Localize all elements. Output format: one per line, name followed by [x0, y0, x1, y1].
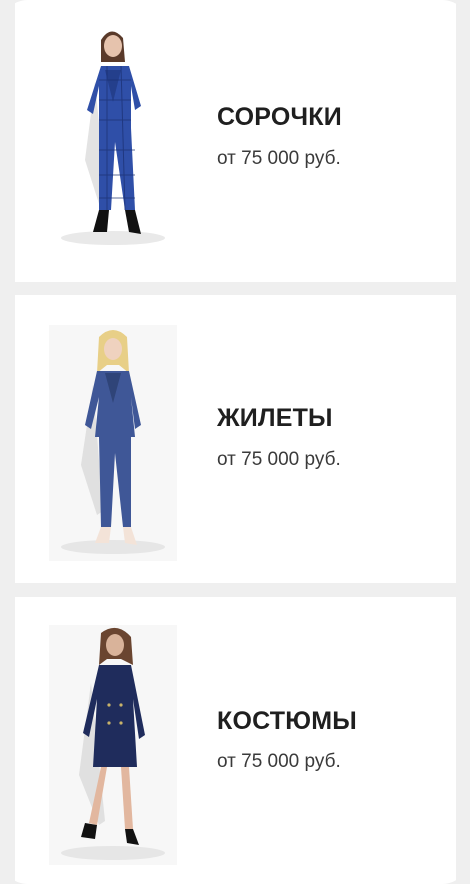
product-catalog: СОРОЧКИ от 75 000 руб. ЖИЛЕТЫ от 75 000 … [0, 0, 470, 884]
product-image[interactable] [49, 625, 177, 865]
product-price: от 75 000 руб. [217, 148, 341, 169]
product-title[interactable]: КОСТЮМЫ [217, 707, 357, 736]
product-image[interactable] [49, 10, 177, 252]
product-card[interactable]: СОРОЧКИ от 75 000 руб. [15, 0, 456, 282]
product-title[interactable]: ЖИЛЕТЫ [217, 404, 333, 433]
product-card[interactable]: КОСТЮМЫ от 75 000 руб. [15, 597, 456, 884]
product-image[interactable] [49, 325, 177, 561]
product-title[interactable]: СОРОЧКИ [217, 103, 342, 132]
product-price: от 75 000 руб. [217, 751, 341, 772]
product-price: от 75 000 руб. [217, 449, 341, 470]
product-card[interactable]: ЖИЛЕТЫ от 75 000 руб. [15, 295, 456, 583]
